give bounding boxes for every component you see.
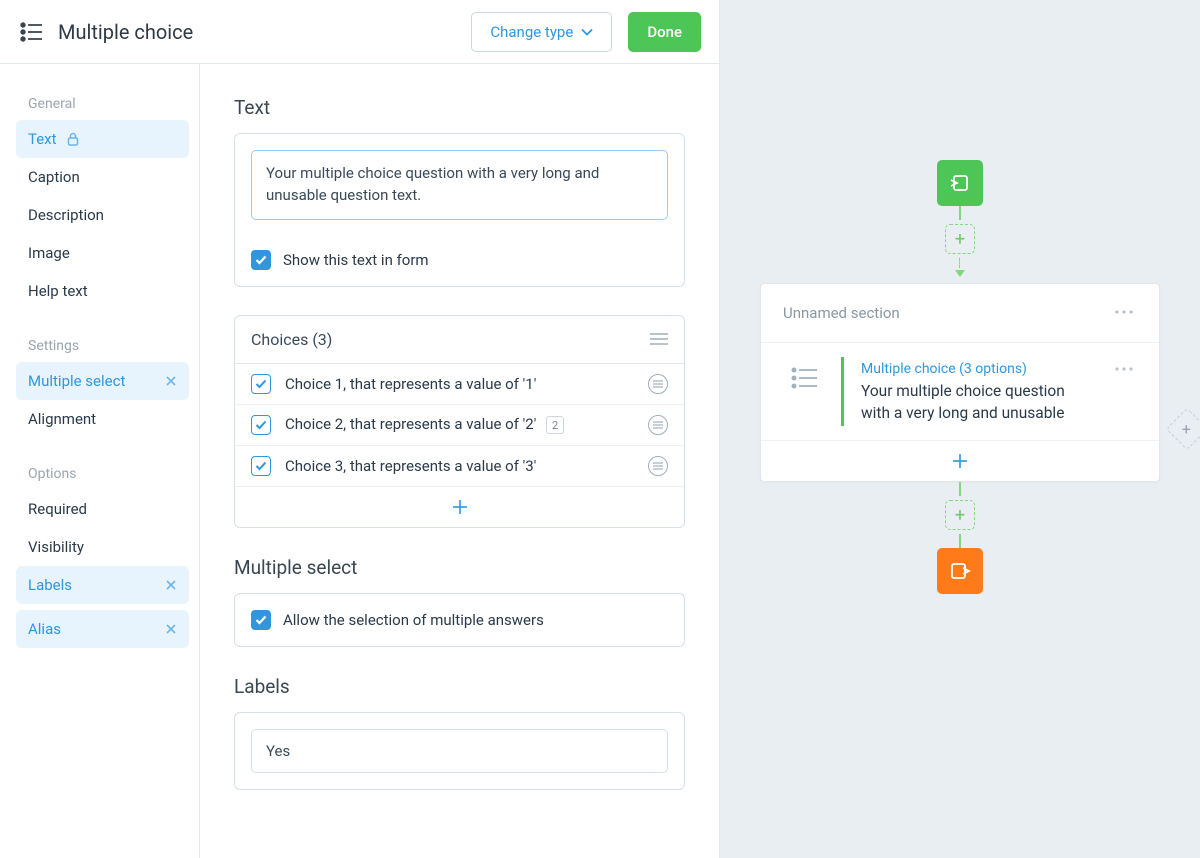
choice-row[interactable]: Choice 2, that represents a value of '2'… <box>235 405 684 446</box>
sidebar-item-text[interactable]: Text <box>16 120 189 158</box>
choice-count-badge: 2 <box>546 416 564 434</box>
close-icon[interactable] <box>165 623 177 635</box>
sidebar-group-label: Options <box>16 460 189 490</box>
arrow-down-icon <box>955 270 965 277</box>
more-icon[interactable] <box>1111 365 1137 373</box>
sidebar-item-image[interactable]: Image <box>16 234 189 272</box>
section-card[interactable]: Unnamed section Multiple choice <box>760 283 1160 482</box>
block-title: Your multiple choice question with a ver… <box>861 381 1091 424</box>
editor-panel: Multiple choice Change type Done General… <box>0 0 720 858</box>
choices-title: Choices (3) <box>251 330 332 349</box>
choice-label: Choice 3, that represents a value of '3' <box>285 457 634 475</box>
sidebar-item-label: Labels <box>28 576 72 594</box>
close-icon[interactable] <box>165 375 177 387</box>
more-icon[interactable] <box>1111 308 1137 316</box>
drag-handle-icon[interactable] <box>648 456 668 476</box>
labels-card: Yes <box>234 712 685 790</box>
block-type-icon <box>783 361 827 424</box>
sidebar-item-help-text[interactable]: Help text <box>16 272 189 310</box>
topbar: Multiple choice Change type Done <box>0 0 719 64</box>
sidebar: General Text Caption Description Image H… <box>0 64 200 858</box>
change-type-button[interactable]: Change type <box>471 12 612 52</box>
sidebar-item-alias[interactable]: Alias <box>16 610 189 648</box>
done-button-label: Done <box>647 23 682 41</box>
sidebar-item-label: Alignment <box>28 410 96 428</box>
chevron-down-icon <box>581 28 593 36</box>
drag-handle-icon[interactable] <box>648 415 668 435</box>
add-branch-button[interactable]: + <box>1166 408 1200 450</box>
choices-card: Choices (3) Choice 1, that represents a … <box>234 315 685 528</box>
sidebar-item-label: Multiple select <box>28 372 125 390</box>
connector <box>959 534 961 548</box>
choice-checkbox[interactable] <box>251 415 271 435</box>
sidebar-item-required[interactable]: Required <box>16 490 189 528</box>
sidebar-item-label: Text <box>28 130 57 148</box>
sidebar-group-label: Settings <box>16 332 189 362</box>
connector <box>959 258 961 268</box>
end-node[interactable] <box>937 548 983 594</box>
section-title-labels: Labels <box>234 675 685 698</box>
start-node[interactable] <box>937 160 983 206</box>
done-button[interactable]: Done <box>628 12 701 52</box>
page-title: Multiple choice <box>58 20 193 44</box>
lock-icon <box>67 132 79 146</box>
block-kind-label: Multiple choice (3 options) <box>861 361 1091 377</box>
sidebar-item-label: Required <box>28 500 87 518</box>
connector <box>959 206 961 220</box>
section-title: Unnamed section <box>783 304 900 322</box>
sidebar-item-visibility[interactable]: Visibility <box>16 528 189 566</box>
close-icon[interactable] <box>165 579 177 591</box>
show-text-checkbox[interactable] <box>251 250 271 270</box>
sidebar-group-label: General <box>16 90 189 120</box>
choice-label: Choice 2, that represents a value of '2'… <box>285 415 634 435</box>
show-text-label: Show this text in form <box>283 251 429 269</box>
sidebar-item-label: Visibility <box>28 538 84 556</box>
flow-canvas[interactable]: + + Unnamed section <box>720 0 1200 858</box>
insert-slot[interactable]: + <box>945 224 975 254</box>
sidebar-item-description[interactable]: Description <box>16 196 189 234</box>
add-block-button[interactable] <box>761 440 1159 481</box>
sidebar-item-alignment[interactable]: Alignment <box>16 400 189 438</box>
choice-label: Choice 1, that represents a value of '1' <box>285 375 634 393</box>
sidebar-item-multiple-select[interactable]: Multiple select <box>16 362 189 400</box>
sidebar-item-label: Image <box>28 244 70 262</box>
allow-multiselect-label: Allow the selection of multiple answers <box>283 611 544 629</box>
question-text-input[interactable]: Your multiple choice question with a ver… <box>251 150 668 220</box>
sidebar-item-label: Alias <box>28 620 61 638</box>
multiselect-card: Allow the selection of multiple answers <box>234 593 685 647</box>
content-area[interactable]: Text Your multiple choice question with … <box>200 64 719 858</box>
section-title-text: Text <box>234 96 685 119</box>
insert-slot[interactable]: + <box>945 500 975 530</box>
sidebar-item-label: Description <box>28 206 104 224</box>
change-type-label: Change type <box>490 23 573 41</box>
drag-handle-icon[interactable] <box>648 374 668 394</box>
sidebar-item-labels[interactable]: Labels <box>16 566 189 604</box>
sidebar-item-caption[interactable]: Caption <box>16 158 189 196</box>
choice-row[interactable]: Choice 1, that represents a value of '1' <box>235 364 684 405</box>
connector <box>959 482 961 496</box>
choice-checkbox[interactable] <box>251 374 271 394</box>
label-input[interactable]: Yes <box>251 729 668 773</box>
allow-multiselect-checkbox[interactable] <box>251 610 271 630</box>
choice-row[interactable]: Choice 3, that represents a value of '3' <box>235 446 684 487</box>
choice-checkbox[interactable] <box>251 456 271 476</box>
sidebar-item-label: Help text <box>28 282 88 300</box>
sidebar-item-label: Caption <box>28 168 80 186</box>
menu-icon[interactable] <box>650 333 668 345</box>
block-type-icon <box>20 22 44 42</box>
text-card: Your multiple choice question with a ver… <box>234 133 685 287</box>
section-title-multiselect: Multiple select <box>234 556 685 579</box>
add-choice-button[interactable] <box>235 487 684 527</box>
